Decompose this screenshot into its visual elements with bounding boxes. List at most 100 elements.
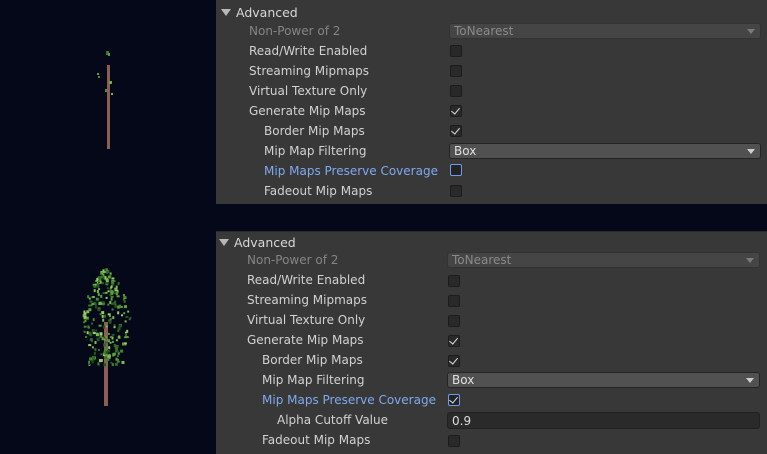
- leaf-pixel: [120, 306, 123, 308]
- leaf-pixel: [114, 362, 118, 366]
- leaf-pixel: [94, 341, 97, 344]
- leaf-pixel: [104, 314, 106, 318]
- fadeout-mip-maps-label: Fadeout Mip Maps: [264, 184, 373, 198]
- leaf-pixel: [104, 276, 107, 280]
- leaf-pixel: [96, 290, 99, 294]
- leaf-pixel: [110, 302, 113, 305]
- border-mip-maps-checkbox[interactable]: [448, 355, 460, 367]
- non-power-value: ToNearest: [452, 253, 512, 267]
- checkmark-icon: [449, 355, 458, 365]
- leaf-pixel: [109, 341, 112, 344]
- mip-map-filtering-dropdown[interactable]: Box: [449, 143, 761, 159]
- leaf-pixel: [107, 350, 110, 353]
- generate-mip-maps-checkbox[interactable]: [448, 335, 460, 347]
- leaf-pixel: [111, 277, 115, 280]
- leaf-pixel: [121, 314, 123, 317]
- fadeout-mip-maps-checkbox[interactable]: [450, 185, 462, 197]
- leaf-pixel: [105, 282, 108, 285]
- leaf-pixel: [98, 288, 101, 291]
- leaf-pixel: [127, 310, 130, 313]
- preserve-coverage-checkbox[interactable]: [448, 394, 460, 406]
- alpha-cutoff-value: 0.9: [452, 413, 472, 428]
- leaf-pixel: [102, 271, 106, 273]
- leaf-pixel: [107, 275, 111, 279]
- chevron-down-icon: [747, 29, 755, 34]
- leaf-pixel: [91, 329, 95, 331]
- leaf-pixel: [91, 346, 94, 349]
- leaf-pixel: [93, 351, 96, 355]
- leaf-pixel: [111, 291, 114, 295]
- border-mip-maps-label: Border Mip Maps: [262, 353, 363, 367]
- checkmark-icon: [451, 105, 460, 115]
- read-write-checkbox[interactable]: [448, 275, 460, 287]
- leaf-pixel: [122, 342, 124, 346]
- checkmark-icon: [451, 125, 460, 135]
- border-mip-maps-checkbox[interactable]: [450, 125, 462, 137]
- leaf-pixel: [112, 352, 116, 356]
- leaf-pixel: [114, 300, 117, 304]
- streaming-mipmaps-checkbox[interactable]: [450, 65, 462, 77]
- leaf-pixel: [128, 318, 131, 321]
- leaf-pixel: [89, 300, 93, 303]
- leaf-pixel: [93, 358, 96, 361]
- fadeout-mip-maps-checkbox[interactable]: [448, 435, 460, 447]
- advanced-foldout[interactable]: Advanced: [221, 2, 298, 22]
- leaf-pixel: [115, 339, 118, 342]
- leaf-pixel: [91, 322, 93, 325]
- checkmark-icon: [449, 394, 458, 404]
- triangle-down-icon[interactable]: [221, 8, 231, 16]
- leaf-pixel: [125, 333, 128, 336]
- fadeout-mip-maps-label: Fadeout Mip Maps: [262, 433, 371, 447]
- leaf-pixel: [110, 295, 114, 298]
- leaf-pixel: [106, 287, 109, 290]
- leaf-pixel: [88, 297, 91, 300]
- virtual-texture-checkbox[interactable]: [448, 315, 460, 327]
- leaf-pixel: [103, 325, 106, 329]
- leaf-pixel: [83, 330, 86, 333]
- leaf-pixel: [114, 305, 118, 308]
- leaf-pixel: [114, 287, 118, 290]
- leaf-pixel: [117, 311, 120, 315]
- triangle-down-icon[interactable]: [219, 238, 229, 246]
- leaf-pixel: [89, 357, 93, 361]
- leaf-pixel: [98, 349, 100, 351]
- leaf-pixel: [88, 308, 92, 312]
- leaf-pixel: [113, 326, 116, 329]
- leaf-pixel: [107, 355, 111, 358]
- leaf-pixel: [105, 341, 108, 344]
- tree-sparse-preview: [97, 51, 113, 149]
- leaf-pixel: [109, 272, 112, 275]
- alpha-cutoff-field[interactable]: 0.9: [447, 412, 760, 429]
- checkmark-icon: [449, 335, 458, 345]
- leaf-pixel: [98, 324, 102, 327]
- mip-map-filtering-label: Mip Map Filtering: [264, 144, 367, 158]
- leaf-pixel: [86, 331, 89, 335]
- mip-map-filtering-dropdown[interactable]: Box: [447, 372, 760, 388]
- leaf-pixel: [84, 319, 87, 322]
- leaf-pixel: [100, 294, 103, 298]
- leaf-pixel: [97, 285, 100, 289]
- leaf-pixel: [88, 344, 92, 347]
- leaf-pixel: [94, 305, 97, 309]
- leaf-pixel: [126, 329, 129, 333]
- preserve-coverage-checkbox[interactable]: [450, 164, 462, 176]
- read-write-checkbox[interactable]: [450, 45, 462, 57]
- read-write-label: Read/Write Enabled: [249, 44, 368, 58]
- leaf-pixel: [105, 296, 108, 299]
- leaf-pixel: [110, 297, 113, 301]
- leaf-pixel: [114, 303, 117, 306]
- leaf-pixel: [88, 331, 92, 335]
- leaf-pixel: [116, 291, 119, 294]
- streaming-mipmaps-checkbox[interactable]: [448, 295, 460, 307]
- tree-full-preview: [82, 268, 132, 406]
- leaf-pixel: [105, 268, 108, 272]
- leaf-pixel: [109, 318, 112, 321]
- advanced-foldout[interactable]: Advanced: [219, 232, 296, 252]
- leaf-pixel: [83, 310, 86, 313]
- leaf-pixel: [96, 337, 100, 340]
- virtual-texture-checkbox[interactable]: [450, 85, 462, 97]
- foldout-label: Advanced: [236, 4, 298, 20]
- chevron-down-icon: [746, 258, 754, 263]
- leaf-pixel: [124, 320, 127, 323]
- generate-mip-maps-checkbox[interactable]: [450, 105, 462, 117]
